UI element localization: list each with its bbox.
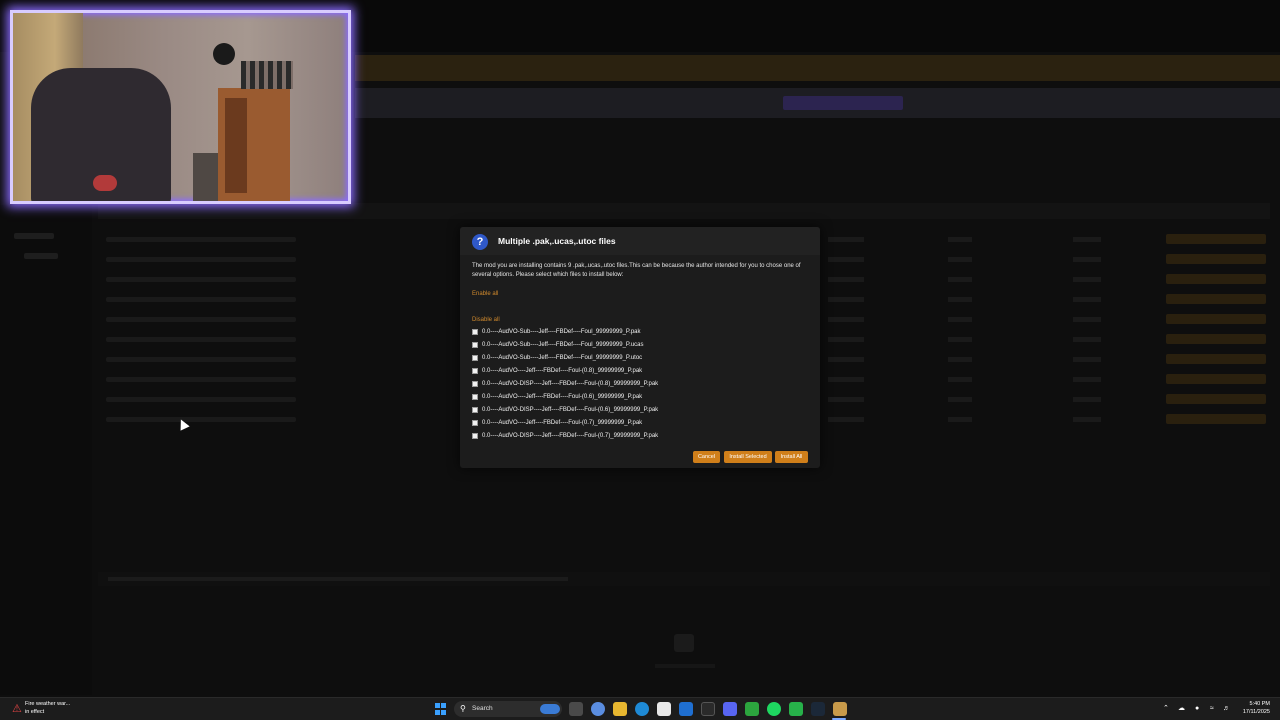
file-item[interactable]: 0.0----AudVO-DISP----Jeff----FBDef----Fo… (472, 377, 812, 390)
cancel-button[interactable]: Cancel (693, 451, 720, 463)
search-highlight-icon (540, 704, 560, 714)
file-name: 0.0----AudVO-DISP----Jeff----FBDef----Fo… (482, 380, 659, 387)
xbox-icon[interactable] (745, 702, 759, 716)
store-icon[interactable] (657, 702, 671, 716)
mod-manager-icon[interactable] (833, 702, 847, 716)
promo-button[interactable] (783, 96, 903, 110)
file-item[interactable]: 0.0----AudVO-Sub----Jeff----FBDef----Fou… (472, 351, 812, 364)
file-checkbox[interactable] (472, 419, 478, 426)
file-checkbox[interactable] (472, 328, 478, 335)
weather-subtitle[interactable]: in effect (25, 709, 44, 715)
file-item[interactable]: 0.0----AudVO----Jeff----FBDef----Foul-(0… (472, 416, 812, 429)
file-name: 0.0----AudVO-Sub----Jeff----FBDef----Fou… (482, 328, 641, 335)
file-name: 0.0----AudVO-DISP----Jeff----FBDef----Fo… (482, 432, 659, 439)
webcam-bottles (241, 61, 293, 89)
install-selected-button[interactable]: Install Selected (724, 451, 772, 463)
file-checkbox[interactable] (472, 380, 478, 387)
volume-icon[interactable]: ♬ (1223, 703, 1230, 715)
footer-text (108, 577, 568, 581)
file-name: 0.0----AudVO----Jeff----FBDef----Foul-(0… (482, 419, 643, 426)
steam-icon[interactable] (811, 702, 825, 716)
mods-table-header (98, 203, 1270, 219)
file-checkbox[interactable] (472, 406, 478, 413)
multiple-files-dialog: ? Multiple .pak,.ucas,.utoc files The mo… (460, 227, 820, 468)
file-checkbox[interactable] (472, 393, 478, 400)
webcam-shelf-inner (225, 98, 247, 193)
clock-time[interactable]: 5:40 PM (1240, 701, 1270, 707)
discord-icon[interactable] (723, 702, 737, 716)
weather-title[interactable]: Fire weather war... (25, 701, 70, 707)
install-all-button[interactable]: Install All (775, 451, 808, 463)
app-banner (355, 55, 1280, 81)
screen: ? Multiple .pak,.ucas,.utoc files The mo… (0, 0, 1280, 720)
file-item[interactable]: 0.0----AudVO-Sub----Jeff----FBDef----Fou… (472, 338, 812, 351)
chevron-up-icon[interactable]: ⌃ (1163, 703, 1169, 715)
clock-date[interactable]: 17/11/2025 (1236, 709, 1270, 715)
dialog-header: ? Multiple .pak,.ucas,.utoc files (460, 227, 820, 255)
file-item[interactable]: 0.0----AudVO----Jeff----FBDef----Foul-(0… (472, 390, 812, 403)
taskbar-search[interactable]: ⚲ Search (454, 701, 562, 717)
start-button[interactable] (435, 703, 447, 715)
cloud-icon[interactable]: ☁ (1178, 703, 1185, 715)
file-name: 0.0----AudVO----Jeff----FBDef----Foul-(0… (482, 367, 643, 374)
wifi-icon[interactable]: ≈ (1210, 703, 1214, 715)
task-view-icon[interactable] (569, 702, 583, 716)
empty-state-label (655, 664, 715, 668)
taskbar: ⚠ Fire weather war... in effect ⚲ Search… (0, 697, 1280, 720)
app-sidebar (0, 205, 92, 695)
file-checkbox[interactable] (472, 367, 478, 374)
sidebar-item[interactable] (14, 233, 54, 239)
file-item[interactable]: 0.0----AudVO-DISP----Jeff----FBDef----Fo… (472, 429, 812, 442)
empty-state-icon (674, 634, 694, 652)
webcam-overlay (10, 10, 351, 204)
game-app-icon[interactable] (789, 702, 803, 716)
app-icon[interactable] (701, 702, 715, 716)
file-checkbox[interactable] (472, 354, 478, 361)
search-label: Search (472, 705, 493, 712)
question-icon: ? (472, 234, 488, 250)
disable-all-link[interactable]: Disable all (472, 317, 500, 323)
sidebar-item[interactable] (24, 253, 58, 259)
file-list: 0.0----AudVO-Sub----Jeff----FBDef----Fou… (472, 325, 812, 442)
search-icon: ⚲ (460, 704, 466, 713)
dialog-title: Multiple .pak,.ucas,.utoc files (498, 236, 616, 246)
spotify-icon[interactable] (767, 702, 781, 716)
file-item[interactable]: 0.0----AudVO-DISP----Jeff----FBDef----Fo… (472, 403, 812, 416)
file-explorer-icon[interactable] (613, 702, 627, 716)
edge-icon[interactable] (635, 702, 649, 716)
microphone-icon[interactable]: ● (1195, 703, 1199, 715)
outlook-icon[interactable] (679, 702, 693, 716)
webcam-lamp (213, 43, 235, 65)
file-name: 0.0----AudVO-Sub----Jeff----FBDef----Fou… (482, 354, 643, 361)
file-item[interactable]: 0.0----AudVO-Sub----Jeff----FBDef----Fou… (472, 325, 812, 338)
file-name: 0.0----AudVO-Sub----Jeff----FBDef----Fou… (482, 341, 644, 348)
webcam-chair-logo (93, 175, 117, 191)
file-item[interactable]: 0.0----AudVO----Jeff----FBDef----Foul-(0… (472, 364, 812, 377)
dialog-description: The mod you are installing contains 9 .p… (472, 263, 801, 278)
copilot-icon[interactable] (591, 702, 605, 716)
file-checkbox[interactable] (472, 341, 478, 348)
file-name: 0.0----AudVO-DISP----Jeff----FBDef----Fo… (482, 406, 659, 413)
file-name: 0.0----AudVO----Jeff----FBDef----Foul-(0… (482, 393, 643, 400)
file-checkbox[interactable] (472, 432, 478, 439)
fire-weather-icon[interactable]: ⚠ (12, 702, 22, 716)
enable-all-link[interactable]: Enable all (472, 291, 498, 297)
